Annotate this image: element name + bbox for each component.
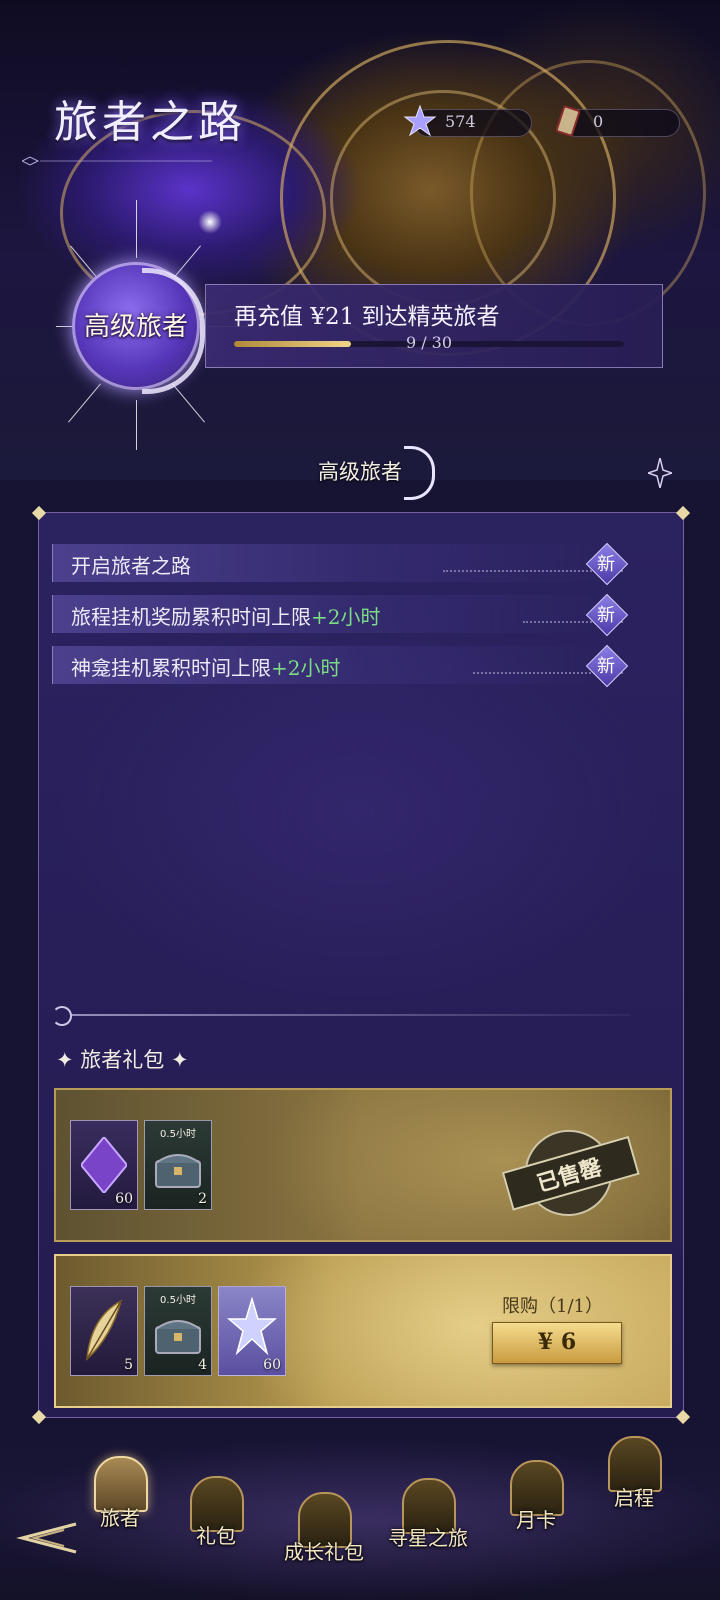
- currency-value: 0: [593, 112, 604, 131]
- star-crystal-icon: [403, 104, 437, 137]
- benefit-row: 旅程挂机奖励累积时间上限+2小时 新: [52, 593, 629, 637]
- gift-item[interactable]: 60: [70, 1120, 138, 1210]
- tier-progress-panel: 再充值 ¥21 到达精英旅者 9 / 30: [205, 284, 663, 368]
- item-quantity: 60: [115, 1191, 133, 1207]
- currency-value: 574: [445, 112, 476, 131]
- sparkle-icon: ✦: [170, 1048, 189, 1072]
- tab-label: 寻星之旅: [388, 1526, 468, 1550]
- benefit-text: 神龛挂机累积时间上限+2小时: [71, 656, 341, 680]
- new-badge: 新: [585, 593, 629, 637]
- ticket-icon: [555, 105, 581, 137]
- tab-label: 礼包: [196, 1524, 236, 1548]
- sparkle-icon: ✦: [56, 1048, 74, 1072]
- tab-label: 成长礼包: [284, 1540, 364, 1564]
- treasure-chest-icon: [155, 1320, 201, 1354]
- section-divider: [70, 1014, 630, 1016]
- new-badge: 新: [585, 542, 629, 586]
- gift-item[interactable]: 60: [218, 1286, 286, 1376]
- purchase-limit-label: 限购（1/1）: [502, 1296, 603, 1317]
- new-badge: 新: [585, 644, 629, 688]
- benefit-row: 开启旅者之路 新: [52, 542, 629, 586]
- currency-ticket[interactable]: 0: [555, 105, 680, 137]
- gift-item[interactable]: 5: [70, 1286, 138, 1376]
- benefit-text: 开启旅者之路: [71, 554, 191, 578]
- gift-pack-card[interactable]: 60 0.5小时 2 已售罄: [54, 1088, 672, 1242]
- item-quantity: 60: [263, 1357, 281, 1373]
- gift-pack-card[interactable]: 5 0.5小时 4 60 限购（1/1） ¥ 6: [54, 1254, 672, 1408]
- sold-out-seal: 已售罄: [495, 1114, 641, 1228]
- gift-item[interactable]: 0.5小时 2: [144, 1120, 212, 1210]
- item-duration-tag: 0.5小时: [160, 1295, 196, 1306]
- hero-banner: [0, 0, 720, 480]
- treasure-chest-icon: [155, 1154, 201, 1188]
- progress-description: 再充值 ¥21 到达精英旅者: [234, 304, 500, 330]
- golden-feather-icon: [86, 1299, 123, 1361]
- gift-item[interactable]: 0.5小时 4: [144, 1286, 212, 1376]
- corner-ornament-icon: [31, 1409, 47, 1425]
- tier-section-header: 高级旅者: [0, 456, 720, 486]
- progress-count: 9 / 30: [405, 333, 453, 352]
- tier-section-title: 高级旅者: [318, 460, 402, 484]
- sparkle-icon: [198, 210, 222, 234]
- corner-ornament-icon: [31, 505, 47, 521]
- item-quantity: 4: [198, 1357, 207, 1373]
- title-ornament-icon: [22, 156, 212, 166]
- tab-label: 旅者: [100, 1506, 140, 1530]
- purple-shard-icon: [81, 1137, 127, 1193]
- corner-ornament-icon: [675, 1409, 691, 1425]
- tier-medallion: 高级旅者: [72, 262, 205, 394]
- tab-label: 启程: [614, 1486, 654, 1510]
- benefit-text: 旅程挂机奖励累积时间上限+2小时: [71, 605, 381, 629]
- benefit-row: 神龛挂机累积时间上限+2小时 新: [52, 644, 629, 688]
- star-crystal-icon: [227, 1297, 277, 1356]
- price-label: ¥ 6: [537, 1329, 577, 1355]
- page-title: 旅者之路: [54, 97, 246, 148]
- item-duration-tag: 0.5小时: [160, 1129, 196, 1140]
- currency-star-crystal[interactable]: 574: [403, 104, 532, 137]
- corner-ornament-icon: [675, 505, 691, 521]
- sparkle-star-icon: [648, 458, 672, 488]
- buy-button[interactable]: ¥ 6: [492, 1322, 622, 1364]
- tier-label: 高级旅者: [83, 312, 188, 342]
- tab-label: 月卡: [516, 1508, 556, 1532]
- gift-section-title: ✦ 旅者礼包 ✦: [56, 1048, 189, 1072]
- crescent-moon-icon: [52, 1006, 72, 1026]
- item-quantity: 5: [124, 1357, 133, 1373]
- item-quantity: 2: [198, 1191, 207, 1207]
